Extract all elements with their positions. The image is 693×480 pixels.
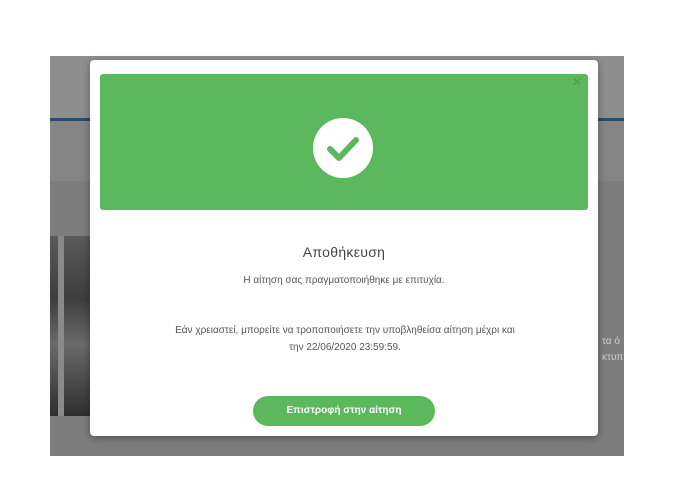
background-side-text-line: κτυπ: [602, 352, 624, 363]
return-to-application-button[interactable]: Επιστροφή στην αίτηση: [253, 396, 435, 426]
success-banner: ✕: [100, 74, 588, 210]
check-icon: [313, 118, 373, 178]
background-side-text-line: τα ό: [602, 336, 620, 347]
modal-subtitle: Η αίτηση σας πραγματοποιήθηκε με επιτυχί…: [243, 275, 445, 286]
background-photo: [50, 236, 90, 416]
modal-title: Αποθήκευση: [302, 244, 386, 260]
close-icon[interactable]: ✕: [572, 76, 582, 88]
modal-info: Εάν χρειαστεί, μπορείτε να τροποποιήσετε…: [104, 322, 586, 356]
modal-info-line: Εάν χρειαστεί, μπορείτε να τροποποιήσετε…: [175, 325, 515, 336]
success-modal: ✕ Αποθήκευση Η αίτηση σας πραγματοποιήθη…: [90, 60, 598, 436]
background-side-text: τα ό κτυπ: [602, 334, 624, 366]
modal-info-deadline: την 22/06/2020 23:59:59.: [289, 342, 401, 353]
